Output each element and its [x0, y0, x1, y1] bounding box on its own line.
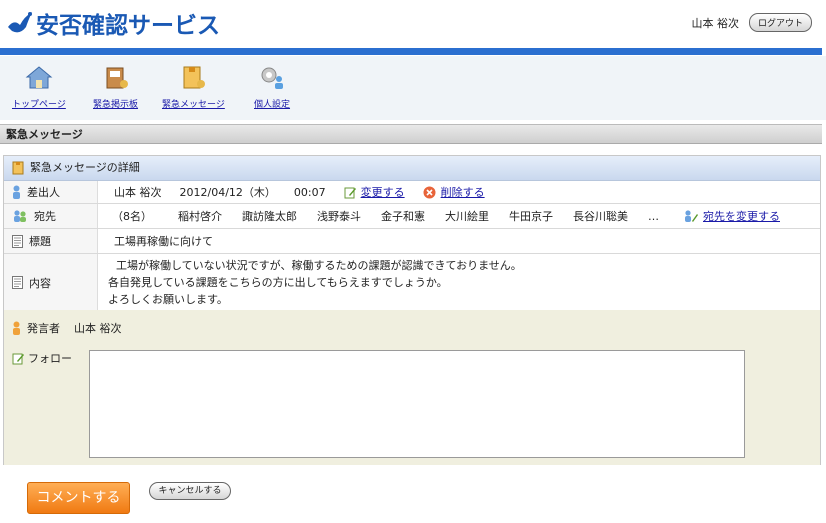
document-icon — [12, 234, 23, 248]
sender-value: 山本 裕次 2012/04/12（木） 00:07 変更する 削除する — [98, 184, 820, 200]
subject-value: 工場再稼働に向けて — [114, 235, 213, 248]
content-label: 内容 — [29, 276, 51, 290]
subject-label: 標題 — [29, 235, 51, 248]
panel-title-text: 緊急メッセージの詳細 — [30, 161, 140, 174]
header-bar — [0, 48, 822, 55]
recipients-label-cell: 宛先 — [4, 204, 98, 228]
speaker-name: 山本 裕次 — [74, 322, 122, 335]
content-line: よろしくお願いします。 — [108, 293, 228, 306]
user-name: 山本 裕次 — [691, 16, 739, 30]
nav-personal-settings[interactable]: 個人設定 — [254, 64, 290, 110]
person-icon — [13, 185, 20, 199]
sent-time: 00:07 — [293, 185, 326, 199]
recipient-name: 金子和憲 — [381, 210, 425, 223]
section-title: 緊急メッセージ — [0, 124, 822, 144]
recipient-count: （8名） — [112, 210, 152, 223]
app-title: 安否確認サービス — [36, 13, 220, 39]
content-label-cell: 内容 — [4, 254, 98, 311]
bird-logo-icon — [8, 12, 32, 33]
nav-top-page-link[interactable]: トップページ — [12, 97, 66, 110]
content-value: 工場が稼働していない状況ですが、稼働するための課題が認識できておりません。 各自… — [98, 257, 820, 308]
header: 安否確認サービス 山本 裕次 ログアウト — [0, 0, 826, 50]
sent-date: 2012/04/12（木） — [179, 186, 276, 199]
follow-label: フォロー — [28, 352, 72, 365]
person-icon — [13, 321, 20, 335]
gear-person-icon — [261, 67, 283, 89]
nav-message-link[interactable]: 緊急メッセージ — [162, 97, 225, 110]
recipients-label: 宛先 — [34, 210, 56, 223]
edit-icon — [12, 353, 24, 364]
nav-personal-settings-link[interactable]: 個人設定 — [254, 97, 290, 110]
recipient-name: 稲村啓介 — [178, 210, 222, 223]
cancel-button[interactable]: キャンセルする — [149, 482, 231, 500]
delete-icon[interactable] — [423, 186, 436, 199]
nav-bulletin-link[interactable]: 緊急掲示板 — [93, 97, 138, 110]
nav-message[interactable]: 緊急メッセージ — [162, 64, 225, 110]
recipient-name: 大川絵里 — [445, 210, 489, 223]
people-icon — [14, 210, 26, 222]
people-edit-icon[interactable] — [683, 209, 699, 223]
message-icon — [12, 161, 24, 175]
delete-link[interactable]: 削除する — [441, 184, 485, 200]
follow-label-line: フォロー — [12, 350, 72, 366]
logo[interactable]: 安否確認サービス — [6, 6, 220, 40]
recipient-name: 諏訪隆太郎 — [242, 210, 297, 223]
nav-bulletin[interactable]: 緊急掲示板 — [93, 64, 138, 110]
panel-title: 緊急メッセージの詳細 — [4, 156, 820, 181]
document-icon — [12, 276, 23, 289]
recipients-more: … — [648, 209, 659, 223]
recipient-name: 長谷川聡美 — [573, 210, 628, 223]
sender-row: 差出人 山本 裕次 2012/04/12（木） 00:07 変更する 削除する — [4, 181, 820, 204]
recipients-value: （8名） 稲村啓介 諏訪隆太郎 浅野泰斗 金子和憲 大川絵里 牛田京子 長谷川聡… — [98, 208, 820, 224]
sender-name: 山本 裕次 — [114, 186, 162, 199]
content-row: 内容 工場が稼働していない状況ですが、稼働するための課題が認識できておりません。… — [4, 254, 820, 312]
change-recipients-link[interactable]: 宛先を変更する — [703, 208, 780, 224]
edit-link[interactable]: 変更する — [361, 184, 405, 200]
message-detail-panel: 緊急メッセージの詳細 差出人 山本 裕次 2012/04/12（木） 00:07… — [3, 155, 821, 465]
logout-button[interactable]: ログアウト — [748, 13, 812, 32]
bulletin-icon — [106, 67, 128, 89]
content-line: 各自発見している課題をこちらの方に出してもらえますでしょうか。 — [108, 276, 448, 289]
edit-icon[interactable] — [344, 186, 357, 199]
recipient-name: 浅野泰斗 — [317, 210, 361, 223]
sender-label-cell: 差出人 — [4, 181, 98, 203]
speaker-label: 発言者 — [27, 322, 60, 335]
user-area: 山本 裕次 ログアウト — [691, 13, 812, 32]
follow-textarea[interactable] — [89, 350, 745, 458]
speaker-line: 発言者 山本 裕次 — [12, 320, 122, 336]
house-icon — [25, 66, 53, 89]
subject-label-cell: 標題 — [4, 229, 98, 253]
comment-button[interactable]: コメントする — [27, 482, 130, 514]
content-line: 工場が稼働していない状況ですが、稼働するための課題が認識できておりません。 — [116, 259, 522, 272]
follow-area: 発言者 山本 裕次 フォロー — [4, 310, 820, 465]
nav-top-page[interactable]: トップページ — [12, 64, 66, 110]
main-nav: トップページ 緊急掲示板 緊急メッセージ 個人設定 — [0, 56, 826, 120]
recipients-row: 宛先 （8名） 稲村啓介 諏訪隆太郎 浅野泰斗 金子和憲 大川絵里 牛田京子 長… — [4, 204, 820, 229]
subject-row: 標題 工場再稼働に向けて — [4, 229, 820, 254]
recipient-name: 牛田京子 — [509, 210, 553, 223]
sender-label: 差出人 — [27, 186, 60, 199]
message-icon — [183, 66, 206, 89]
